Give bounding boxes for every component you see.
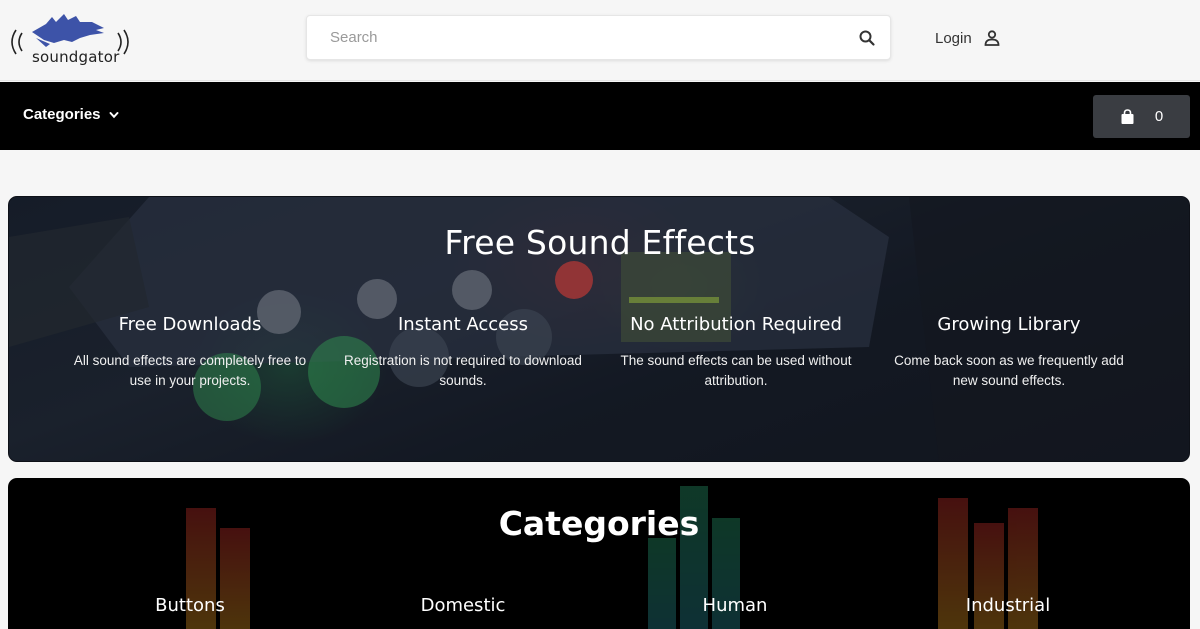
category-industrial[interactable]: Industrial	[883, 595, 1133, 616]
category-human[interactable]: Human	[610, 595, 860, 616]
categories-dropdown-label: Categories	[23, 106, 101, 123]
categories-section: Categories Buttons Domestic Human Indust…	[8, 478, 1190, 629]
category-buttons[interactable]: Buttons	[65, 595, 315, 616]
hero-banner: Free Sound Effects Free Downloads All so…	[8, 196, 1190, 462]
cart-button[interactable]: 0	[1093, 95, 1190, 138]
hero-title: Free Sound Effects	[444, 223, 756, 262]
search-input[interactable]	[307, 16, 847, 59]
feature-title: Growing Library	[937, 314, 1081, 335]
categories-title: Categories	[498, 504, 700, 543]
shopping-bag-icon	[1121, 108, 1134, 124]
search-icon[interactable]	[858, 29, 876, 47]
feature-text: All sound effects are completely free to…	[73, 353, 307, 388]
user-icon	[984, 30, 1000, 46]
chevron-down-icon	[109, 111, 119, 118]
feature-growing-library: Growing Library Come back soon as we fre…	[884, 314, 1134, 391]
main-navbar: Categories 0	[0, 82, 1200, 150]
categories-dropdown[interactable]: Categories	[23, 106, 120, 123]
search-box	[306, 15, 891, 60]
login-link[interactable]: Login	[935, 28, 1001, 48]
cart-count: 0	[1154, 108, 1164, 125]
feature-instant-access: Instant Access Registration is not requi…	[338, 314, 588, 391]
site-logo[interactable]: soundgator	[6, 8, 132, 68]
feature-free-downloads: Free Downloads All sound effects are com…	[65, 314, 315, 391]
feature-text: The sound effects can be used without at…	[620, 353, 852, 388]
feature-title: Instant Access	[398, 314, 528, 335]
feature-text: Registration is not required to download…	[344, 353, 582, 388]
site-header: soundgator Login	[0, 0, 1200, 81]
feature-text: Come back soon as we frequently add new …	[894, 353, 1124, 388]
feature-title: No Attribution Required	[630, 314, 842, 335]
feature-no-attribution: No Attribution Required The sound effect…	[611, 314, 861, 391]
brand-name: soundgator	[32, 48, 120, 66]
category-domestic[interactable]: Domestic	[338, 595, 588, 616]
login-label: Login	[935, 29, 972, 47]
feature-title: Free Downloads	[118, 314, 262, 335]
